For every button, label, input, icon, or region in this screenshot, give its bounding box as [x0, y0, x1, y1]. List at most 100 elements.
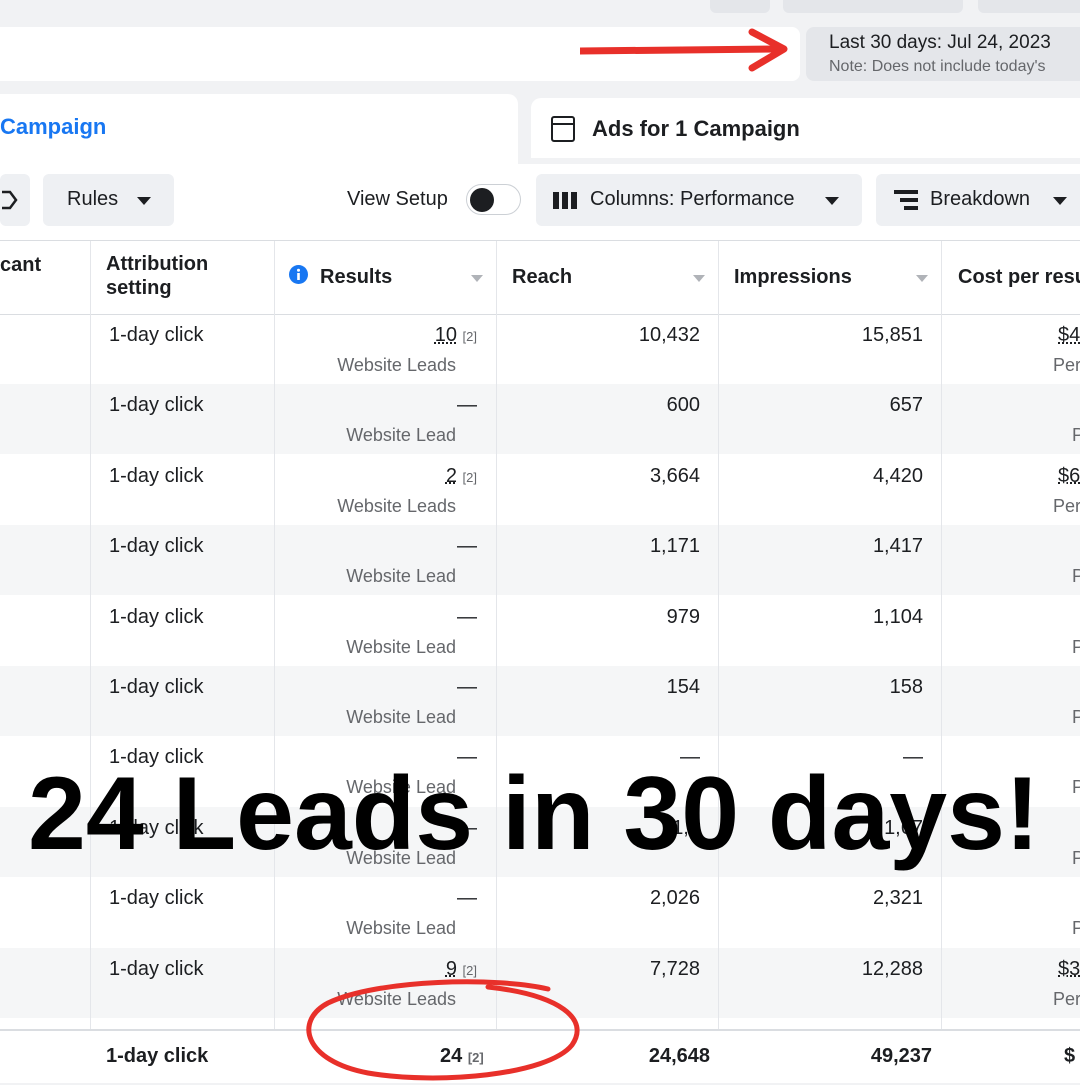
rules-button[interactable]: Rules: [43, 174, 174, 226]
breakdown-icon: [894, 190, 918, 210]
tab-ads[interactable]: Ads for 1 Campaign: [531, 98, 1080, 158]
column-header[interactable]: cant: [0, 241, 90, 314]
table-row[interactable]: 1-day click 10 [2] Website Leads 10,432 15,8…: [0, 314, 1080, 384]
total-attribution: 1-day click: [106, 1045, 209, 1067]
tag-icon: [2, 190, 18, 210]
cost-sub-label: Per: [1053, 988, 1080, 1009]
results-cell: 2 [2]: [445, 464, 477, 487]
reach-cell: 7,728: [649, 957, 700, 980]
table-row[interactable]: 1-day click — Website Lead 2,026 2,321 P: [0, 877, 1080, 947]
rules-label: Rules: [67, 188, 119, 210]
results-type-label: Website Leads: [337, 355, 456, 375]
column-divider: [274, 241, 275, 1081]
date-range-note: Note: Does not include today's: [829, 58, 1046, 75]
results-type-label: Website Leads: [337, 495, 456, 516]
cost-cell: $4: [1058, 324, 1080, 346]
reach-cell: 3,664: [649, 464, 700, 487]
date-range-picker[interactable]: Last 30 days: Jul 24, 2023 Note: Does no…: [806, 27, 1080, 81]
view-setup-label: View Setup: [347, 188, 448, 210]
impressions-cell: 4,420: [872, 464, 923, 487]
attribution-cell: 1-day click: [109, 605, 204, 628]
chevron-down-icon: [1053, 197, 1067, 205]
table-row[interactable]: 1-day click — Website Lead 1,171 1,417 P: [0, 525, 1080, 596]
cost-sub-label: P: [1072, 707, 1080, 727]
impressions-cell: 657: [889, 394, 923, 417]
reach-cell: 979: [666, 605, 700, 628]
cost-sub-label: P: [1072, 847, 1080, 868]
impressions-cell: 15,851: [861, 324, 923, 346]
table-header: cant Attribution setting Results Reach I…: [0, 241, 1080, 315]
cost-cell: $3: [1058, 957, 1080, 980]
info-icon: [289, 265, 308, 284]
column-header-impressions[interactable]: Impressions: [718, 241, 941, 314]
results-cell: —: [457, 676, 477, 698]
sort-icon[interactable]: [916, 275, 928, 282]
results-cell: —: [457, 887, 477, 910]
cost-cell: $6: [1058, 464, 1080, 487]
sort-icon[interactable]: [471, 275, 483, 282]
toolbar-button[interactable]: [978, 0, 1080, 13]
columns-button[interactable]: Columns: Performance: [536, 174, 862, 226]
tab-ads-label: Ads for 1 Campaign: [592, 116, 800, 141]
breakdown-label: Breakdown: [930, 188, 1031, 210]
results-cell: 10 [2]: [434, 324, 477, 346]
reach-cell: 600: [666, 394, 700, 417]
reach-cell: 154: [666, 676, 700, 698]
column-divider: [496, 241, 497, 1081]
chevron-down-icon: [825, 197, 839, 205]
impressions-cell: 12,288: [861, 957, 923, 980]
cost-sub-label: P: [1072, 918, 1080, 939]
toolbar-button[interactable]: [783, 0, 963, 13]
attribution-cell: 1-day click: [109, 535, 204, 558]
campaign-table: cant Attribution setting Results Reach I…: [0, 240, 1080, 1083]
tab-campaigns-label: Campaign: [0, 114, 107, 139]
columns-label: Columns: Performance: [590, 188, 795, 210]
attribution-cell: 1-day click: [109, 957, 204, 980]
cost-sub-label: P: [1072, 636, 1080, 657]
breakdown-button[interactable]: Breakdown: [876, 174, 1080, 226]
reach-cell: 2,026: [649, 887, 700, 910]
table-row[interactable]: 1-day click — Website Lead 600 657 P: [0, 384, 1080, 455]
view-setup-toggle[interactable]: [466, 184, 521, 215]
columns-icon: [553, 192, 577, 209]
reach-cell: 1,171: [649, 535, 700, 558]
column-divider: [718, 241, 719, 1081]
results-type-label: Website Lead: [346, 918, 456, 939]
column-divider: [90, 241, 91, 1081]
results-type-label: Website Lead: [346, 566, 456, 587]
chevron-down-icon: [137, 197, 151, 205]
impressions-cell: 1,417: [872, 535, 923, 558]
impressions-cell: 158: [889, 676, 923, 698]
impressions-cell: 2,321: [872, 887, 923, 910]
tab-campaigns[interactable]: Campaign: [0, 94, 518, 164]
ad-window-icon: [551, 116, 575, 142]
edit-tag-button[interactable]: [0, 174, 30, 226]
reach-cell: 10,432: [638, 324, 700, 346]
attribution-cell: 1-day click: [109, 887, 204, 910]
results-cell: —: [457, 605, 477, 628]
column-header-reach[interactable]: Reach: [496, 241, 718, 314]
toolbar-button[interactable]: [710, 0, 770, 13]
results-cell: —: [457, 535, 477, 558]
sort-icon[interactable]: [693, 275, 705, 282]
attribution-cell: 1-day click: [109, 464, 204, 487]
table-row[interactable]: 1-day click 2 [2] Website Leads 3,664 4,420 $…: [0, 455, 1080, 525]
impressions-cell: 1,104: [872, 605, 923, 628]
table-row[interactable]: 1-day click — Website Lead 979 1,104 P: [0, 596, 1080, 666]
total-reach: 24,648: [648, 1045, 710, 1067]
cost-sub-label: P: [1072, 777, 1080, 798]
table-toolbar: Rules View Setup Columns: Performance Br…: [0, 164, 1080, 240]
column-header-results[interactable]: Results: [274, 241, 496, 314]
column-header-attribution[interactable]: Attribution setting: [90, 241, 274, 314]
results-type-label: Website Lead: [346, 636, 456, 657]
total-impressions: 49,237: [870, 1045, 932, 1067]
cost-sub-label: P: [1072, 425, 1080, 446]
cost-sub-label: P: [1072, 566, 1080, 587]
results-cell: —: [457, 394, 477, 417]
column-header-cost-per-result[interactable]: Cost per resu: [941, 241, 1080, 314]
date-range-label: Last 30 days: Jul 24, 2023: [829, 32, 1051, 53]
headline-overlay: 24 Leads in 30 days!: [28, 756, 1040, 872]
table-row[interactable]: 1-day click — Website Lead 154 158 P: [0, 666, 1080, 736]
circle-annotation-icon: [306, 979, 580, 1081]
results-type-label: Website Lead: [346, 707, 456, 727]
